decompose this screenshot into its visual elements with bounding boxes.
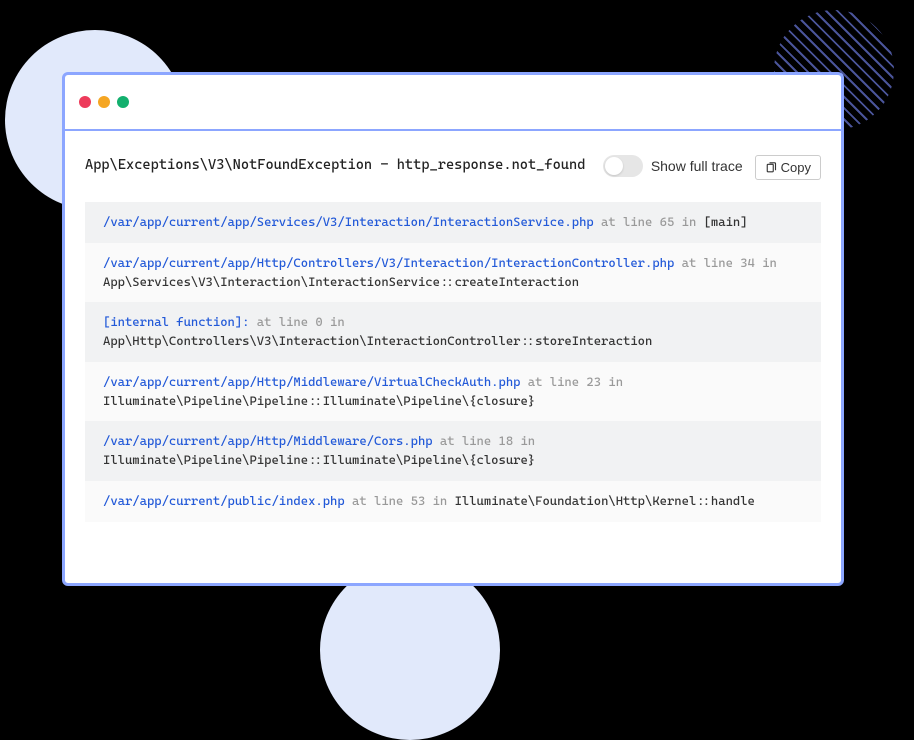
trace-location: at line 34 in: [674, 255, 777, 270]
toggle-label: Show full trace: [651, 158, 743, 174]
trace-file: /var/app/current/app/Http/Middleware/Vir…: [103, 374, 520, 389]
trace-context: [main]: [704, 214, 748, 229]
trace-row[interactable]: /var/app/current/app/Services/V3/Interac…: [85, 202, 821, 243]
trace-file: /var/app/current/public/index.php: [103, 493, 345, 508]
window-content: App\Exceptions\V3\NotFoundException - ht…: [65, 131, 841, 542]
stack-trace-list: /var/app/current/app/Services/V3/Interac…: [85, 202, 821, 522]
copy-button-label: Copy: [781, 160, 811, 175]
exception-title: App\Exceptions\V3\NotFoundException - ht…: [85, 155, 591, 176]
trace-row[interactable]: /var/app/current/public/index.php at lin…: [85, 481, 821, 522]
trace-context: App\Services\V3\Interaction\InteractionS…: [103, 274, 579, 289]
trace-location: at line 65 in: [594, 214, 704, 229]
trace-row[interactable]: /var/app/current/app/Http/Middleware/Vir…: [85, 362, 821, 422]
exception-separator: -: [372, 157, 397, 173]
trace-file: /var/app/current/app/Services/V3/Interac…: [103, 214, 594, 229]
trace-window: App\Exceptions\V3\NotFoundException - ht…: [62, 72, 844, 586]
trace-row[interactable]: /var/app/current/app/Http/Middleware/Cor…: [85, 421, 821, 481]
copy-icon: [765, 162, 777, 174]
header-row: App\Exceptions\V3\NotFoundException - ht…: [85, 155, 821, 180]
trace-context: App\Http\Controllers\V3\Interaction\Inte…: [103, 333, 652, 348]
minimize-icon[interactable]: [98, 96, 110, 108]
close-icon[interactable]: [79, 96, 91, 108]
title-bar: [65, 75, 841, 131]
trace-file: /var/app/current/app/Http/Middleware/Cor…: [103, 433, 433, 448]
trace-location: at line 0 in: [249, 314, 344, 329]
trace-context: Illuminate\Foundation\Http\Kernel::handl…: [455, 493, 755, 508]
decorative-circle: [320, 560, 500, 740]
exception-class: App\Exceptions\V3\NotFoundException: [85, 157, 372, 173]
trace-context: Illuminate\Pipeline\Pipeline::Illuminate…: [103, 452, 535, 467]
copy-button[interactable]: Copy: [755, 155, 821, 180]
full-trace-toggle[interactable]: [603, 155, 643, 177]
maximize-icon[interactable]: [117, 96, 129, 108]
toggle-knob: [605, 157, 623, 175]
toggle-container: Show full trace: [603, 155, 743, 177]
trace-context: Illuminate\Pipeline\Pipeline::Illuminate…: [103, 393, 535, 408]
trace-location: at line 53 in: [345, 493, 455, 508]
trace-location: at line 23 in: [520, 374, 623, 389]
trace-file: /var/app/current/app/Http/Controllers/V3…: [103, 255, 674, 270]
exception-message: http_response.not_found: [397, 157, 586, 173]
trace-row[interactable]: [internal function]: at line 0 in App\Ht…: [85, 302, 821, 362]
trace-location: at line 18 in: [433, 433, 536, 448]
trace-file: [internal function]:: [103, 314, 249, 329]
trace-row[interactable]: /var/app/current/app/Http/Controllers/V3…: [85, 243, 821, 303]
